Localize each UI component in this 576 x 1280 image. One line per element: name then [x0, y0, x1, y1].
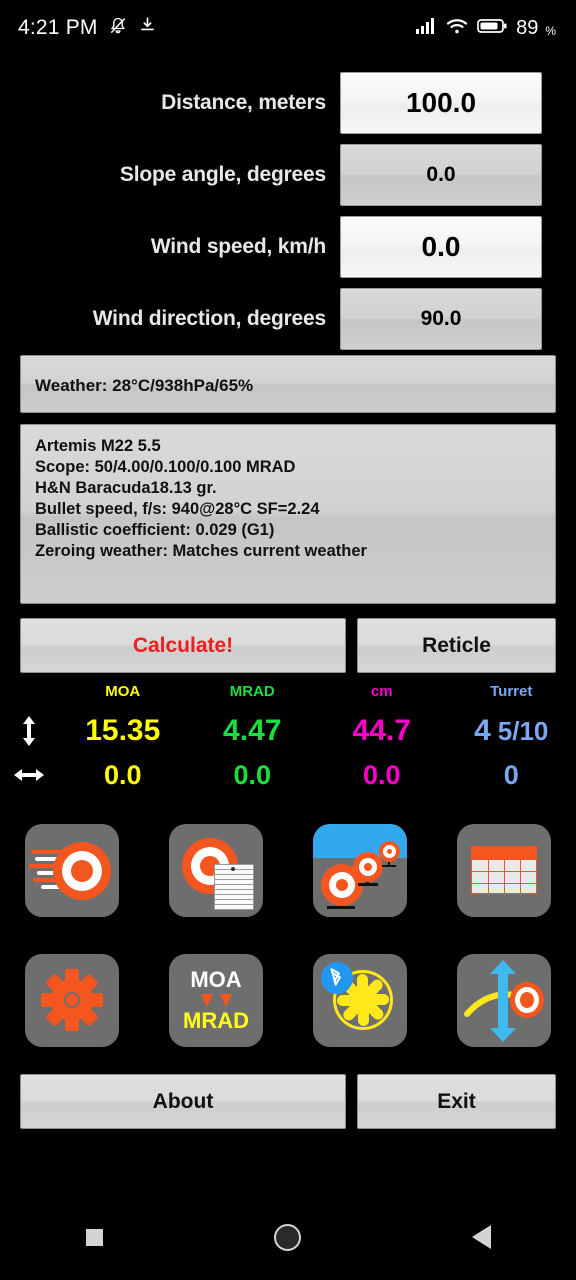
vertical-mrad-value: 4.47	[223, 714, 282, 747]
horizontal-cm-value: 0.0	[362, 759, 401, 790]
mrad-label: MRAD	[183, 1008, 249, 1033]
android-nav-bar	[0, 1194, 576, 1280]
slope-angle-label: Slope angle, degrees	[119, 163, 326, 186]
recents-icon[interactable]	[85, 1228, 103, 1246]
about-button[interactable]: About	[20, 1074, 346, 1129]
battery-percent-symbol: %	[545, 24, 556, 38]
calculate-button[interactable]: Calculate!	[20, 618, 346, 673]
tile-wrap-zeroing-range	[288, 824, 432, 917]
results-row-vertical: 15.35 4.47 44.7 4 5/10	[0, 709, 576, 753]
bluetooth-weather-meter-icon[interactable]	[313, 954, 407, 1047]
rifle-info-panel[interactable]: Artemis M22 5.5 Scope: 50/4.00/0.100/0.1…	[20, 424, 556, 604]
rifle-name: Artemis M22 5.5	[35, 437, 161, 455]
results-row-horizontal: 0.0 0.0 0.0 0	[0, 753, 576, 797]
vertical-arrow-icon	[0, 714, 58, 748]
pellet-spec: H&N Baracuda18.13 gr.	[35, 479, 217, 497]
battery-level: 89	[516, 16, 539, 39]
battery-icon	[477, 18, 507, 39]
vertical-turret-value: 4 5/10	[447, 709, 576, 753]
tile-wrap-ballistic-table	[432, 824, 576, 917]
ballistic-coefficient: Ballistic coefficient: 0.029 (G1)	[35, 521, 275, 539]
input-row-slope: Slope angle, degrees 0.0	[0, 140, 576, 210]
results-header-mrad: MRAD	[229, 683, 275, 700]
app-screen: 4:21 PM 89 % Distance, meters 100.0 Slop…	[0, 0, 576, 1280]
tile-wrap-settings	[0, 954, 144, 1047]
ballistic-table-icon[interactable]	[457, 824, 551, 917]
settings-gear-icon[interactable]	[25, 954, 119, 1047]
tile-row-2: MOA MRAD	[0, 954, 576, 1047]
wind-speed-field[interactable]: 0.0	[340, 216, 542, 278]
vertical-turret-whole: 4	[474, 714, 491, 747]
status-time: 4:21 PM	[18, 16, 98, 39]
home-icon[interactable]	[273, 1223, 301, 1251]
signal-icon	[415, 17, 437, 40]
horizontal-arrow-icon	[0, 764, 58, 786]
tile-wrap-moa-mrad: MOA MRAD	[144, 954, 288, 1047]
reticle-button[interactable]: Reticle	[357, 618, 556, 673]
weather-text: Weather: 28°C/938hPa/65%	[35, 376, 254, 395]
tile-wrap-shot-list	[144, 824, 288, 917]
results-header-turret: Turret	[490, 683, 533, 700]
down-arrows-icon	[200, 994, 232, 1007]
moa-mrad-converter-icon[interactable]: MOA MRAD	[169, 954, 263, 1047]
bullet-speed-icon[interactable]	[25, 824, 119, 917]
wind-speed-label: Wind speed, km/h	[150, 235, 326, 258]
results-header-cm: cm	[370, 683, 393, 700]
input-row-distance: Distance, meters 100.0	[0, 68, 576, 138]
zeroing-range-icon[interactable]	[313, 824, 407, 917]
slope-angle-field[interactable]: 0.0	[340, 144, 542, 206]
status-bar-left: 4:21 PM	[18, 16, 157, 41]
input-row-wind-direction: Wind direction, degrees 90.0	[0, 284, 576, 354]
horizontal-turret-value: 0	[503, 759, 519, 790]
weather-button[interactable]: Weather: 28°C/938hPa/65%	[20, 355, 556, 413]
wifi-icon	[446, 17, 468, 40]
trajectory-icon[interactable]	[457, 954, 551, 1047]
download-icon	[138, 16, 157, 40]
exit-button[interactable]: Exit	[357, 1074, 556, 1129]
status-bar: 4:21 PM 89 %	[0, 0, 576, 56]
results-header-row: MOA MRAD cm Turret	[0, 683, 576, 709]
input-section: Distance, meters 100.0 Slope angle, degr…	[0, 68, 576, 356]
moa-label: MOA	[190, 967, 242, 992]
vertical-moa-value: 15.35	[85, 714, 161, 747]
input-row-wind-speed: Wind speed, km/h 0.0	[0, 212, 576, 282]
wind-direction-field[interactable]: 90.0	[340, 288, 542, 350]
bullet-speed: Bullet speed, f/s: 940@28°C SF=2.24	[35, 500, 320, 518]
vertical-turret-fraction: 5/10	[497, 715, 549, 746]
tile-row-1	[0, 824, 576, 917]
tile-wrap-trajectory	[432, 954, 576, 1047]
tile-wrap-weather-meter	[288, 954, 432, 1047]
scope-spec: Scope: 50/4.00/0.100/0.100 MRAD	[35, 458, 296, 476]
tile-wrap-bullet-speed	[0, 824, 144, 917]
vertical-cm-value: 44.7	[352, 714, 411, 747]
results-header-moa: MOA	[105, 683, 141, 700]
horizontal-mrad-value: 0.0	[233, 759, 272, 790]
zeroing-weather: Zeroing weather: Matches current weather	[35, 542, 367, 560]
tile-row-2-inner: MOA MRAD	[0, 954, 576, 1047]
distance-label: Distance, meters	[161, 91, 326, 114]
back-icon[interactable]	[471, 1225, 491, 1249]
horizontal-moa-value: 0.0	[103, 759, 142, 790]
tile-row-1-inner	[0, 824, 576, 917]
distance-field[interactable]: 100.0	[340, 72, 542, 134]
bell-muted-icon	[108, 16, 128, 41]
shot-list-icon[interactable]	[169, 824, 263, 917]
results-table: MOA MRAD cm Turret 15.35 4.47 44.7 4 5/1…	[0, 683, 576, 797]
status-bar-right: 89 %	[415, 17, 558, 40]
wind-direction-label: Wind direction, degrees	[92, 307, 326, 330]
